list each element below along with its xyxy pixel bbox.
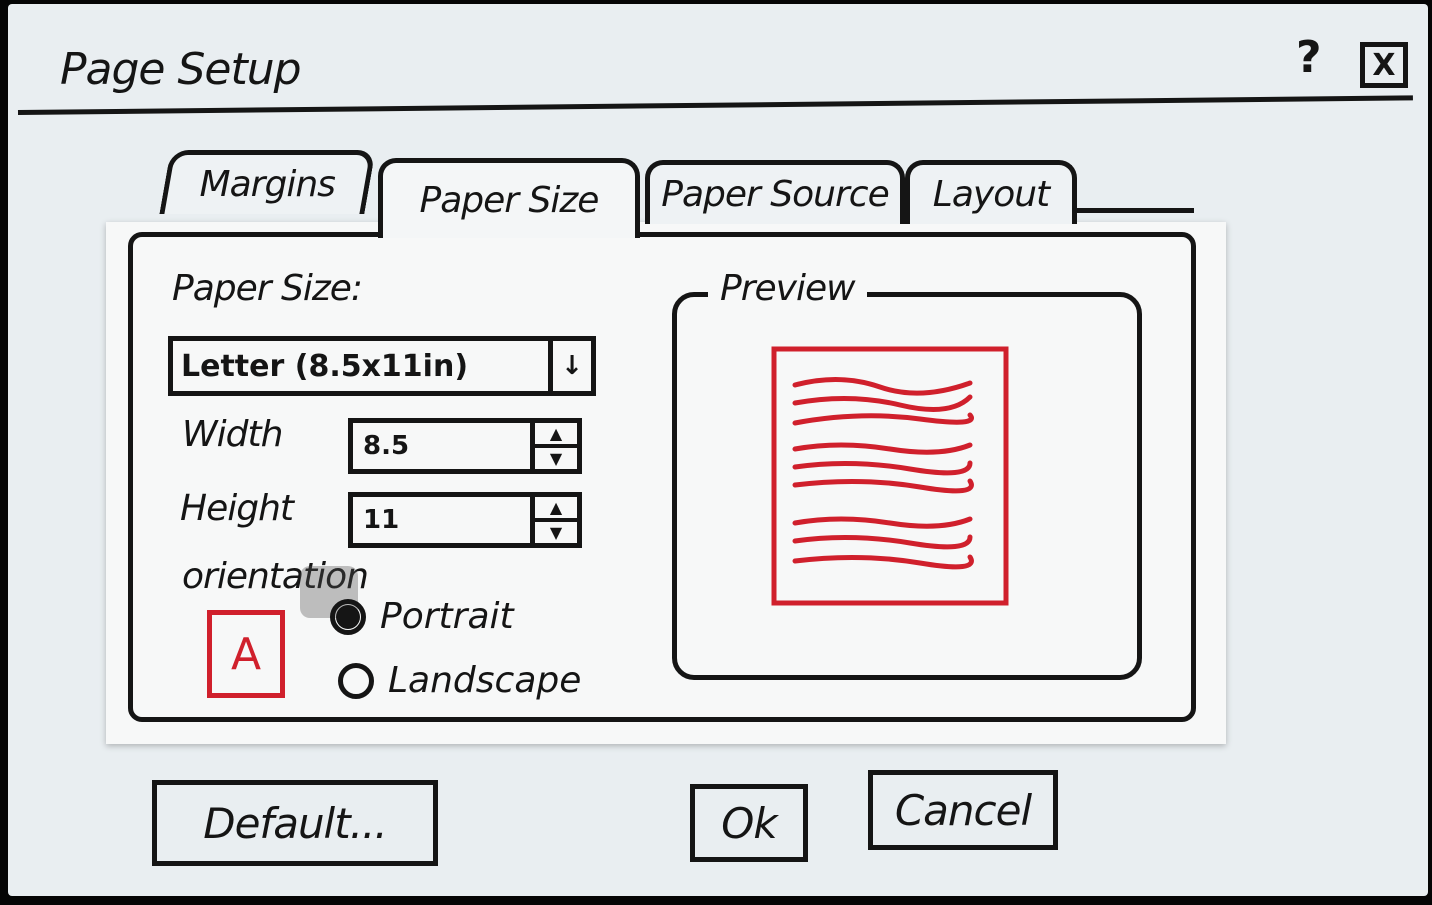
default-button[interactable]: Default... bbox=[152, 780, 438, 866]
preview-page-illustration bbox=[771, 346, 1009, 606]
portrait-radio[interactable] bbox=[330, 598, 366, 635]
height-label: Height bbox=[180, 488, 294, 529]
ok-button[interactable]: Ok bbox=[690, 784, 808, 862]
tab-layout[interactable]: Layout bbox=[905, 160, 1077, 224]
radio-option-landscape[interactable]: Landscape bbox=[338, 660, 581, 701]
dialog-title: Page Setup bbox=[60, 44, 302, 95]
decrement-icon[interactable]: ▼ bbox=[535, 522, 577, 543]
tab-paper-source-label: Paper Source bbox=[661, 174, 889, 215]
tab-strip-line bbox=[1076, 208, 1194, 213]
paper-size-label: Paper Size: bbox=[172, 268, 363, 309]
decrement-icon[interactable]: ▼ bbox=[535, 448, 577, 469]
tab-paper-source[interactable]: Paper Source bbox=[645, 160, 905, 224]
width-label: Width bbox=[182, 414, 283, 455]
landscape-radio[interactable] bbox=[338, 662, 374, 699]
height-stepper[interactable]: 11 ▲ ▼ bbox=[348, 492, 582, 548]
radio-option-portrait[interactable]: Portrait bbox=[330, 596, 514, 637]
paper-size-select[interactable]: Letter (8.5x11in) ↓ bbox=[168, 336, 596, 396]
close-icon[interactable]: X bbox=[1360, 42, 1408, 88]
increment-icon[interactable]: ▲ bbox=[535, 497, 577, 522]
tab-paper-size-label: Paper Size bbox=[419, 180, 600, 221]
cancel-button[interactable]: Cancel bbox=[868, 770, 1058, 850]
tab-paper-size[interactable]: Paper Size bbox=[378, 158, 640, 238]
width-value[interactable]: 8.5 bbox=[353, 423, 530, 469]
tab-margins-label: Margins bbox=[199, 164, 335, 205]
landscape-label: Landscape bbox=[388, 660, 582, 701]
preview-label: Preview bbox=[708, 268, 867, 309]
paper-size-value: Letter (8.5x11in) bbox=[181, 348, 469, 384]
tab-margins[interactable]: Margins bbox=[159, 150, 376, 214]
radio-selected-dot bbox=[336, 604, 360, 629]
arrow-down-icon[interactable]: ↓ bbox=[548, 341, 591, 391]
orientation-preview-icon: A bbox=[207, 610, 285, 698]
increment-icon[interactable]: ▲ bbox=[535, 423, 577, 448]
width-spin-buttons: ▲ ▼ bbox=[530, 423, 577, 469]
preview-text-lines bbox=[792, 377, 974, 570]
portrait-label: Portrait bbox=[380, 596, 514, 637]
width-stepper[interactable]: 8.5 ▲ ▼ bbox=[348, 418, 582, 474]
tab-layout-label: Layout bbox=[932, 174, 1050, 215]
height-value[interactable]: 11 bbox=[353, 497, 530, 543]
help-icon[interactable]: ? bbox=[1296, 32, 1322, 83]
height-spin-buttons: ▲ ▼ bbox=[530, 497, 577, 543]
